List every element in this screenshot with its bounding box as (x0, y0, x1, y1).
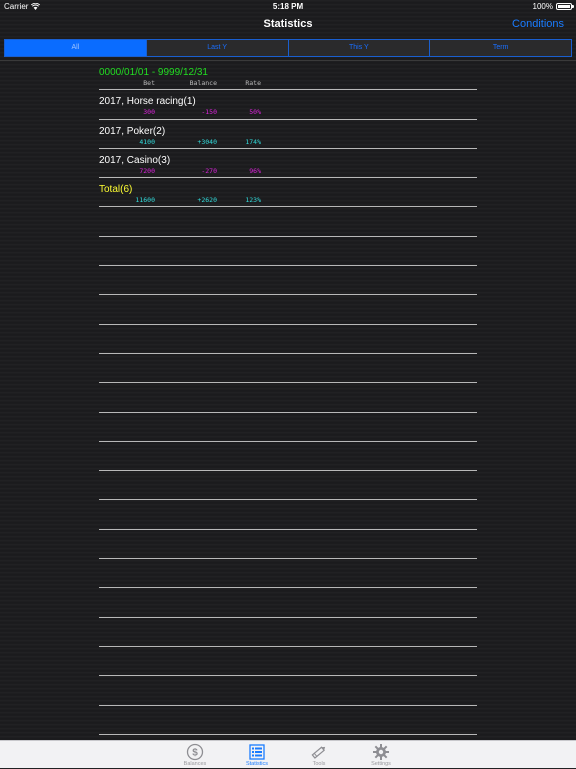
empty-row (99, 383, 477, 413)
total-bet: 11600 (135, 196, 155, 205)
tab-bar: $ Balances Statistics Tools Settings (0, 740, 576, 768)
period-segmented-control: All Last Y This Y Term (4, 39, 572, 57)
header-balance: Balance (189, 79, 217, 87)
tab-settings[interactable]: Settings (350, 741, 412, 769)
header-rate: Rate (245, 79, 261, 87)
item-bet: 4100 (139, 137, 155, 146)
svg-text:$: $ (192, 748, 198, 759)
battery-info: 100% (532, 2, 574, 11)
empty-row (99, 266, 477, 296)
empty-row (99, 618, 477, 647)
tab-label: Balances (183, 761, 207, 767)
status-time: 5:18 PM (272, 2, 304, 11)
item-bet: 7200 (139, 166, 155, 175)
item-balance: -150 (201, 108, 217, 117)
status-bar: Carrier 5:18 PM 100% (0, 0, 576, 12)
item-balance: -270 (201, 166, 217, 175)
battery-icon (556, 3, 574, 10)
empty-row (99, 413, 477, 442)
range-row: 0000/01/01 - 9999/12/31 Bet Balance Rate (99, 61, 477, 91)
dollar-icon: $ (186, 743, 204, 761)
date-range: 0000/01/01 - 9999/12/31 (99, 67, 208, 78)
segment-last-year[interactable]: Last Y (145, 40, 288, 56)
empty-row (99, 237, 477, 267)
empty-row (99, 354, 477, 384)
tab-tools[interactable]: Tools (288, 741, 350, 769)
item-rate: 96% (249, 166, 261, 175)
gear-icon (373, 744, 389, 760)
item-bet: 300 (143, 108, 155, 117)
list-item[interactable]: 2017, Casino(3) 7200 -270 96% (99, 149, 477, 179)
segment-all[interactable]: All (5, 40, 146, 56)
tab-balances[interactable]: $ Balances (164, 741, 226, 769)
item-label: 2017, Poker(2) (99, 125, 166, 137)
list-item[interactable]: 2017, Poker(2) 4100 +3040 174% (99, 120, 477, 149)
item-label: 2017, Casino(3) (99, 154, 171, 166)
item-rate: 50% (249, 108, 261, 117)
empty-row (99, 325, 477, 354)
navigation-bar: Statistics Conditions (0, 12, 576, 36)
list-item[interactable]: 2017, Horse racing(1) 300 -150 50% (99, 90, 477, 120)
statistics-list: 0000/01/01 - 9999/12/31 Bet Balance Rate… (99, 61, 477, 741)
total-rate: 123% (245, 196, 261, 205)
conditions-button[interactable]: Conditions (512, 18, 564, 30)
pencil-icon (311, 746, 326, 759)
empty-row (99, 559, 477, 589)
tab-statistics[interactable]: Statistics (226, 741, 288, 769)
empty-row (99, 295, 477, 325)
header-bet: Bet (143, 79, 155, 87)
segment-term[interactable]: Term (429, 40, 571, 56)
total-label: Total(6) (99, 184, 133, 196)
list-icon (249, 744, 265, 760)
total-balance: +2620 (197, 196, 217, 205)
empty-row (99, 588, 477, 618)
empty-row (99, 500, 477, 530)
item-label: 2017, Horse racing(1) (99, 96, 196, 108)
battery-percent: 100% (532, 2, 553, 11)
statistics-content[interactable]: 0000/01/01 - 9999/12/31 Bet Balance Rate… (0, 60, 576, 741)
page-title: Statistics (263, 18, 313, 30)
empty-row (99, 676, 477, 706)
empty-row (99, 207, 477, 237)
empty-row (99, 647, 477, 677)
tab-label: Tools (312, 761, 326, 767)
tab-label: Statistics (245, 761, 268, 767)
total-row[interactable]: Total(6) 11600 +2620 123% (99, 178, 477, 208)
item-rate: 174% (245, 137, 261, 146)
empty-row (99, 530, 477, 560)
tab-label: Settings (371, 761, 391, 767)
empty-row (99, 442, 477, 472)
segment-this-year[interactable]: This Y (287, 40, 430, 56)
item-balance: +3040 (197, 137, 217, 146)
empty-row (99, 471, 477, 501)
empty-row (99, 706, 477, 735)
